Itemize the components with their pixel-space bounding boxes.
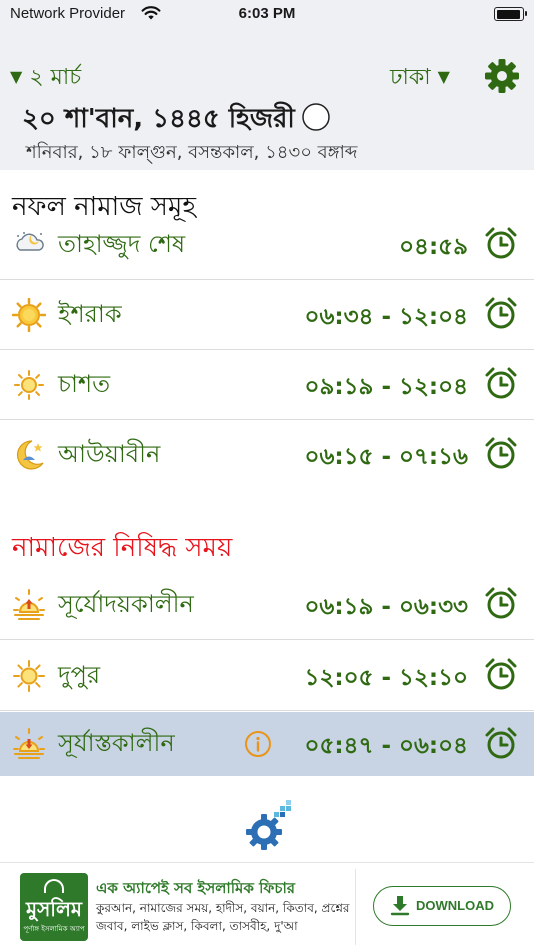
prayer-time: ০৬:১৯ - ০৬:৩৩ xyxy=(304,594,468,620)
prayer-time: ০৫:৪৭ - ০৬:০৪ xyxy=(304,733,468,759)
status-time: 6:03 PM xyxy=(238,5,296,22)
gear-icon[interactable] xyxy=(484,58,520,94)
prayer-name: তাহাজ্জুদ শেষ xyxy=(58,230,186,258)
moon-star-icon xyxy=(16,440,44,470)
download-button[interactable]: DOWNLOAD xyxy=(373,886,511,926)
prayer-row-sunset[interactable]: সূর্যাস্তকালীন ০৫:৪৭ - ০৬:০৪ xyxy=(0,712,534,776)
ad-logo-subtext: পূর্ণাঙ্গ ইসলামিক অ্যাপ xyxy=(23,925,85,933)
triangle-down-icon: ▼ xyxy=(437,67,450,86)
alarm-clock-icon[interactable] xyxy=(484,726,518,762)
prayer-row-sunrise[interactable]: সূর্যোদয়কালীন ০৬:১৯ - ০৬:৩৩ xyxy=(0,570,534,640)
mosque-dome-icon xyxy=(44,879,64,893)
sun-icon xyxy=(12,298,46,332)
city-selector-label: ঢাকা xyxy=(390,65,431,90)
alarm-clock-icon[interactable] xyxy=(484,226,518,262)
prayer-time: ১২:০৫ - ১২:১০ xyxy=(304,665,468,691)
ad-divider xyxy=(355,869,356,945)
prayer-name: আউয়াবীন xyxy=(58,440,161,468)
sunrise-icon xyxy=(13,589,45,620)
alarm-clock-icon[interactable] xyxy=(484,657,518,693)
hijri-date: ২০ শা'বান, ১৪৪৫ হিজরী xyxy=(22,104,295,134)
alarm-clock-icon[interactable] xyxy=(484,436,518,472)
prayer-name: সূর্যোদয়কালীন xyxy=(58,590,194,618)
info-icon[interactable] xyxy=(244,730,272,758)
sunset-icon xyxy=(13,728,45,759)
sun-icon xyxy=(13,660,45,692)
developer-gear-logo-icon[interactable] xyxy=(240,798,296,854)
ad-description: কুরআন, নামাজের সময়, হাদীস, বয়ান, কিতাব… xyxy=(96,901,350,933)
prayer-time: ০৯:১৯ - ১২:০৪ xyxy=(304,374,468,400)
prayer-name: দুপুর xyxy=(58,661,101,689)
prayer-time: ০৬:১৫ - ০৭:১৬ xyxy=(304,444,468,470)
triangle-down-icon: ▼ xyxy=(10,67,23,86)
small-sun-icon xyxy=(14,370,44,400)
alarm-clock-icon[interactable] xyxy=(484,296,518,332)
battery-level xyxy=(496,9,521,19)
night-cloud-icon xyxy=(16,232,44,251)
ad-banner[interactable]: মুসলিম পূর্ণাঙ্গ ইসলামিক অ্যাপ এক অ্যাপে… xyxy=(0,862,534,950)
battery-icon xyxy=(494,7,527,21)
prayer-name: ইশরাক xyxy=(58,300,122,328)
prayer-row-chasht[interactable]: চাশত ০৯:১৯ - ১২:০৪ xyxy=(0,350,534,420)
bangla-date: শনিবার, ১৮ ফাল্গুন, বসন্তকাল, ১৪৩০ বঙ্গা… xyxy=(26,142,358,163)
prayer-row-awwabin[interactable]: আউয়াবীন ০৬:১৫ - ০৭:১৬ xyxy=(0,420,534,490)
date-selector[interactable]: ▼ ২ মার্চ xyxy=(10,60,81,97)
crescent-moon-icon xyxy=(302,103,330,131)
prayer-row-ishraq[interactable]: ইশরাক ০৬:৩৪ - ১২:০৪ xyxy=(0,280,534,350)
prayer-time: ০৪:৫৯ xyxy=(399,234,468,260)
forbidden-section-title: নামাজের নিষিদ্ধ সময় xyxy=(12,533,233,563)
ad-app-logo: মুসলিম পূর্ণাঙ্গ ইসলামিক অ্যাপ xyxy=(20,873,88,941)
alarm-clock-icon[interactable] xyxy=(484,586,518,622)
alarm-clock-icon[interactable] xyxy=(484,366,518,402)
prayer-row-noon[interactable]: দুপুর ১২:০৫ - ১২:১০ xyxy=(0,641,534,711)
date-header: ▼ ২ মার্চ ঢাকা ▼ ২০ শা'বান, ১৪৪৫ হিজরী শ… xyxy=(0,30,534,170)
prayer-time: ০৬:৩৪ - ১২:০৪ xyxy=(304,304,468,330)
prayer-row-tahajjud[interactable]: তাহাজ্জুদ শেষ ০৪:৫৯ xyxy=(0,210,534,280)
prayer-name: চাশত xyxy=(58,370,111,398)
date-selector-label: ২ মার্চ xyxy=(29,65,82,90)
download-button-label: DOWNLOAD xyxy=(416,898,494,913)
download-icon xyxy=(390,896,410,916)
prayer-name: সূর্যাস্তকালীন xyxy=(58,729,175,757)
status-bar: Network Provider 6:03 PM xyxy=(0,0,534,30)
city-selector[interactable]: ঢাকা ▼ xyxy=(390,60,450,97)
